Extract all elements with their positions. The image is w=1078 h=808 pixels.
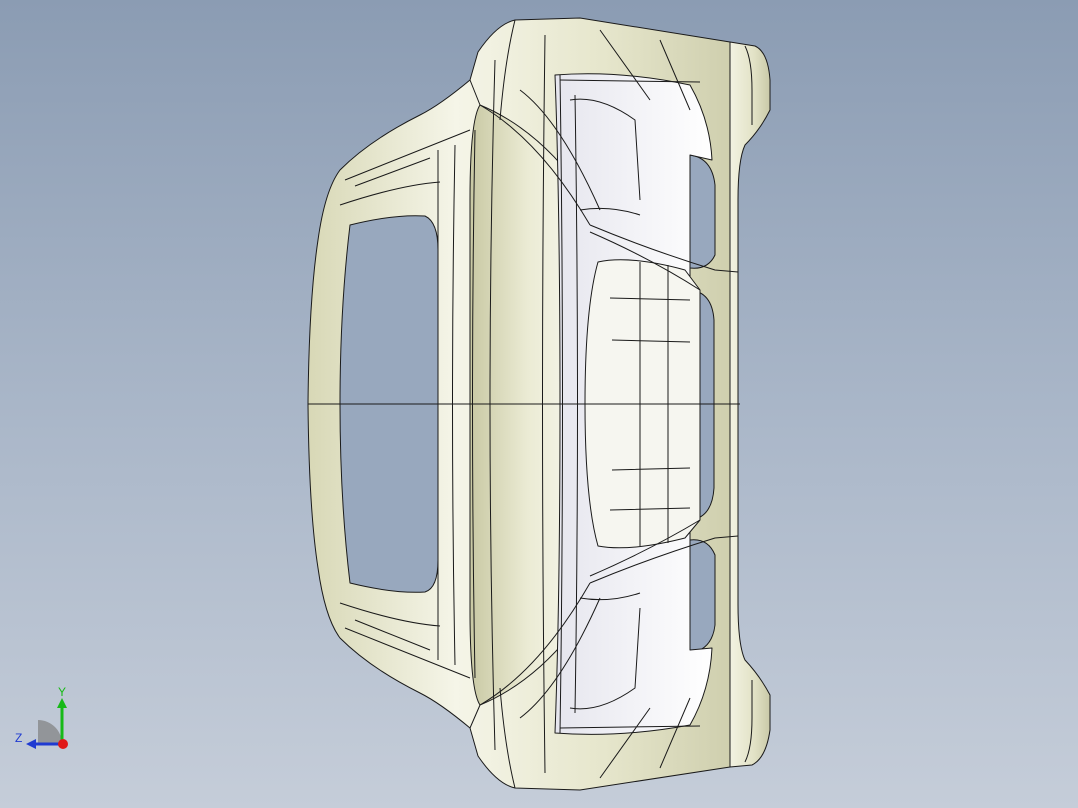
z-axis-label: Z (15, 731, 23, 745)
graphics-viewport[interactable]: Y Z (0, 0, 1078, 808)
car-body-model[interactable] (0, 0, 1078, 808)
y-axis-arrowhead (57, 698, 67, 708)
rear-window-upper (689, 154, 716, 269)
rear-window-lower (689, 539, 716, 654)
coordinate-triad: Y Z (10, 684, 80, 754)
x-axis-dot (58, 739, 68, 749)
triad-arc (38, 720, 62, 744)
y-axis-label: Y (58, 685, 67, 699)
z-axis-arrowhead (26, 739, 36, 749)
